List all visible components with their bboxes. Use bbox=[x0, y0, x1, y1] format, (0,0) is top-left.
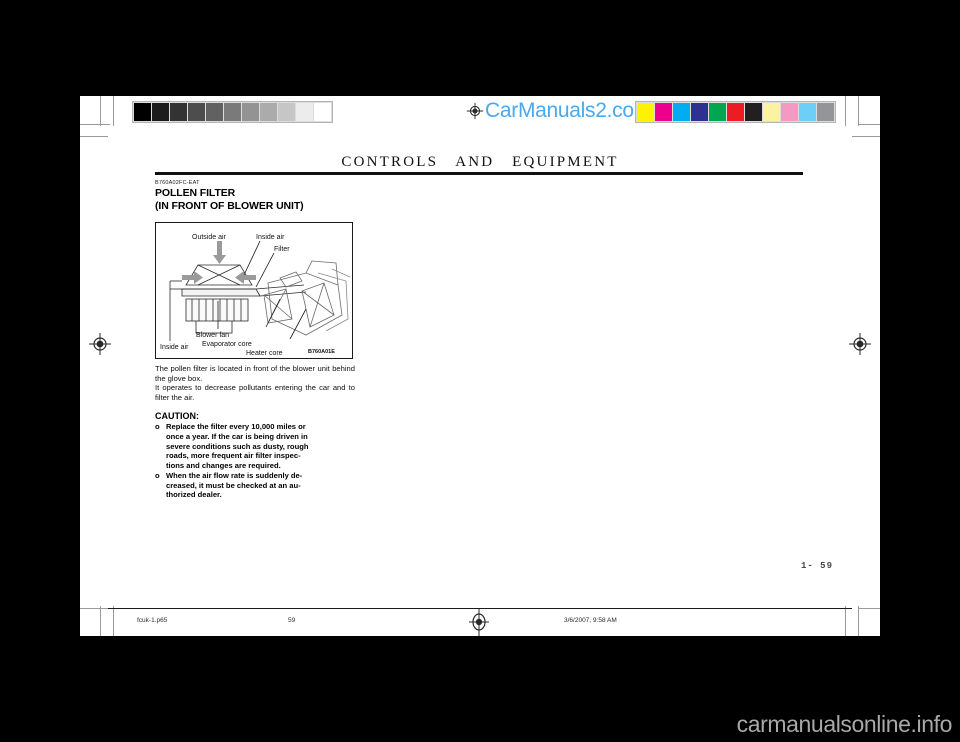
grayscale-swatch-7 bbox=[260, 103, 277, 121]
color-swatch-8 bbox=[781, 103, 798, 121]
running-head: CONTROLS AND EQUIPMENT bbox=[155, 153, 805, 171]
color-swatch-9 bbox=[799, 103, 816, 121]
pollen-filter-diagram-svg: Outside air Inside air Filter Blower fan… bbox=[160, 234, 351, 357]
figure-label-inside-air-bottom: Inside air bbox=[160, 344, 189, 351]
caution-bullet-marker: o bbox=[155, 422, 160, 432]
figure-code: B760A01E bbox=[308, 349, 335, 355]
header-rule bbox=[155, 172, 803, 175]
crop-mark-top-right-vertical bbox=[858, 96, 859, 126]
crop-mark-bottom-right-inner-vertical bbox=[845, 606, 846, 636]
color-swatch-6 bbox=[745, 103, 762, 121]
color-swatch-0 bbox=[637, 103, 654, 121]
grayscale-swatch-3 bbox=[188, 103, 205, 121]
carmanuals2-watermark-text: CarManuals2.com bbox=[485, 99, 651, 122]
grayscale-swatch-2 bbox=[170, 103, 187, 121]
caution-bullet-line: creased, it must be checked at an au- bbox=[166, 480, 301, 490]
caution-bullet-marker: o bbox=[155, 470, 160, 480]
caution-bullet-1: o When the air flow rate is suddenly de-c… bbox=[155, 471, 355, 500]
crop-mark-bottom-left-inner-vertical bbox=[113, 606, 114, 636]
crop-mark-top-left-inner-vertical bbox=[113, 96, 114, 126]
body-paragraph-1: The pollen filter is located in front of… bbox=[155, 364, 355, 383]
color-calibration-strip bbox=[635, 101, 836, 123]
section-title-line1: POLLEN FILTER bbox=[155, 187, 236, 199]
section-title-line2: (IN FRONT OF BLOWER UNIT) bbox=[155, 200, 304, 212]
grayscale-swatch-10 bbox=[314, 103, 331, 121]
scanned-page: CarManuals2.com CONTROLS AND EQUIPMENT B… bbox=[80, 96, 880, 636]
grayscale-calibration-strip bbox=[132, 101, 333, 123]
caution-bullet-text: Replace the filter every 10,000 miles or… bbox=[166, 422, 355, 471]
figure-label-heater-core: Heater core bbox=[246, 350, 283, 357]
caution-bullet-line: roads, more frequent air filter inspec- bbox=[166, 451, 301, 461]
caution-bullet-line: Replace the filter every 10,000 miles or bbox=[166, 422, 306, 432]
grayscale-swatch-4 bbox=[206, 103, 223, 121]
section-code: B760A02FC-EAT bbox=[155, 180, 200, 186]
slug-page-number: 59 bbox=[288, 617, 296, 624]
registration-target-header-icon bbox=[466, 102, 484, 120]
crop-mark-top-right-bleed bbox=[852, 136, 880, 137]
caution-bullet-text: When the air flow rate is suddenly de-cr… bbox=[166, 471, 355, 500]
crop-mark-top-left-vertical bbox=[100, 96, 101, 126]
color-swatch-2 bbox=[673, 103, 690, 121]
color-swatch-10 bbox=[817, 103, 834, 121]
running-head-title: CONTROLS AND EQUIPMENT bbox=[341, 154, 619, 170]
caution-bullet-line: thorized dealer. bbox=[166, 490, 222, 500]
registration-target-bottom bbox=[469, 609, 489, 636]
grayscale-swatch-0 bbox=[134, 103, 151, 121]
body-paragraph-2: It operates to decrease pollutants enter… bbox=[155, 383, 355, 402]
figure-label-evaporator-core: Evaporator core bbox=[202, 341, 252, 348]
caution-bullet-list: o Replace the filter every 10,000 miles o… bbox=[155, 422, 355, 500]
crop-mark-bottom-right-vertical bbox=[858, 606, 859, 636]
color-swatch-4 bbox=[709, 103, 726, 121]
carmanuals2-watermark: CarManuals2.com bbox=[465, 99, 651, 122]
crop-mark-top-right-horizontal bbox=[858, 124, 880, 125]
color-swatch-3 bbox=[691, 103, 708, 121]
crop-mark-bottom-right-horizontal bbox=[858, 608, 880, 609]
caution-bullet-line: once a year. If the car is being driven … bbox=[166, 432, 308, 442]
caution-bullet-line: severe conditions such as dusty, rough bbox=[166, 441, 309, 451]
crop-mark-top-left-bleed bbox=[80, 136, 108, 137]
figure-label-outside-air: Outside air bbox=[192, 234, 227, 241]
body-copy: The pollen filter is located in front of… bbox=[155, 364, 355, 500]
section-heading-block: B760A02FC-EAT POLLEN FILTER (IN FRONT OF… bbox=[155, 180, 355, 213]
slug-timestamp: 3/6/2007, 9:58 AM bbox=[564, 617, 617, 624]
grayscale-swatch-6 bbox=[242, 103, 259, 121]
grayscale-swatch-9 bbox=[296, 103, 313, 121]
caution-heading: CAUTION: bbox=[155, 411, 199, 422]
caution-bullet-line: tions and changes are required. bbox=[166, 461, 281, 471]
pollen-filter-diagram: Outside air Inside air Filter Blower fan… bbox=[155, 222, 353, 359]
registration-target-right bbox=[849, 333, 871, 355]
slug-filename: fcuk-1.p65 bbox=[137, 617, 168, 624]
carmanualsonline-watermark: carmanualsonline.info bbox=[736, 711, 953, 737]
slug-rule bbox=[108, 608, 852, 609]
crop-mark-bottom-left-vertical bbox=[100, 606, 101, 636]
grayscale-swatch-8 bbox=[278, 103, 295, 121]
figure-label-inside-air-top: Inside air bbox=[256, 234, 285, 241]
crop-mark-top-right-inner-vertical bbox=[845, 96, 846, 126]
figure-label-filter: Filter bbox=[274, 246, 290, 253]
crop-mark-bottom-left-horizontal bbox=[80, 608, 110, 609]
figure-label-blower-fan: Blower fan bbox=[196, 332, 229, 339]
caution-bullet-line: When the air flow rate is suddenly de- bbox=[166, 470, 303, 480]
color-swatch-1 bbox=[655, 103, 672, 121]
grayscale-swatch-5 bbox=[224, 103, 241, 121]
registration-target-left bbox=[89, 333, 111, 355]
caution-bullet-0: o Replace the filter every 10,000 miles o… bbox=[155, 422, 355, 471]
page-folio: 1- 59 bbox=[800, 561, 833, 571]
grayscale-swatch-1 bbox=[152, 103, 169, 121]
color-swatch-5 bbox=[727, 103, 744, 121]
crop-mark-top-left-horizontal bbox=[80, 124, 110, 125]
color-swatch-7 bbox=[763, 103, 780, 121]
